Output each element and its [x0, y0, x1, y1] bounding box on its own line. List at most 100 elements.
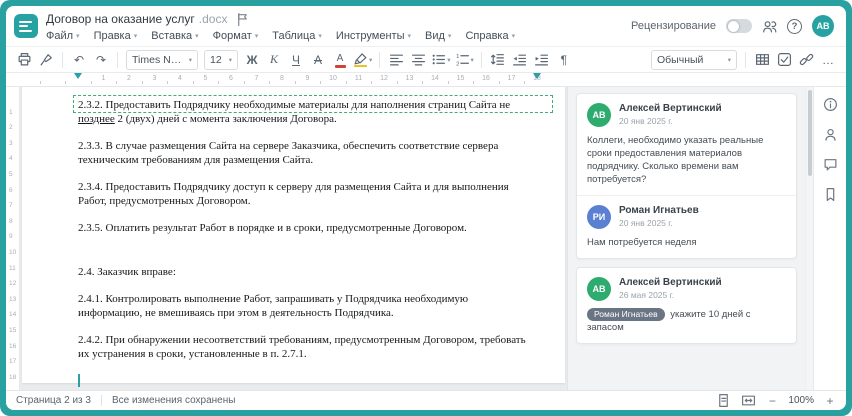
ruler-number: 17: [9, 358, 17, 366]
text-run: 2.3.5. Оплатить результат Работ в порядк…: [78, 222, 467, 234]
ruler-number: 11: [9, 264, 16, 272]
indent-marker-left[interactable]: [74, 73, 82, 79]
chevron-down-icon: ▾: [133, 33, 138, 40]
ruler-number: 15: [9, 327, 17, 334]
bold-button[interactable]: Ж: [242, 50, 262, 70]
ruler-number: 17: [507, 75, 516, 82]
comments-icon[interactable]: [823, 157, 838, 172]
ruler-tick: [447, 81, 449, 84]
paragraph-style-select[interactable]: Обычный ▾: [651, 49, 737, 70]
more-tools-button[interactable]: …: [818, 50, 838, 70]
paragraph-2-4-2: 2.4.2. При обнаружении несоответствий тр…: [78, 333, 537, 361]
ruler-number: 5: [203, 75, 208, 82]
underline-button[interactable]: Ч: [286, 50, 306, 70]
print-button[interactable]: [14, 50, 34, 70]
comment-thread-2[interactable]: АВ Алексей Вертинский 26 мая 2025 г. Роман …: [576, 267, 797, 345]
comment-author: Алексей Вертинский: [619, 103, 722, 114]
scrollbar-thumb[interactable]: [807, 90, 812, 176]
ruler-number: 8: [9, 217, 13, 225]
numbered-list-button[interactable]: 1 2 ▾: [454, 50, 475, 70]
ruler-number: 8: [280, 75, 284, 82]
align-left-button[interactable]: [386, 50, 406, 70]
assistant-icon[interactable]: [823, 127, 838, 142]
ruler-number: 4: [178, 75, 182, 82]
comments-scrollbar[interactable]: [805, 87, 813, 390]
bullet-list-button[interactable]: ▾: [430, 50, 451, 70]
menu-table[interactable]: Таблица ▾: [272, 30, 322, 42]
italic-button[interactable]: К: [264, 50, 284, 70]
font-family-select[interactable]: Times New ▾: [126, 49, 198, 70]
review-toggle[interactable]: [726, 19, 752, 33]
undo-button[interactable]: ↶: [69, 50, 89, 70]
fit-page-button[interactable]: [716, 393, 731, 408]
comment-author: Алексей Вертинский: [619, 277, 722, 288]
menu-format-label: Формат: [212, 30, 252, 42]
strikethrough-button[interactable]: А: [308, 50, 328, 70]
ruler-number: 4: [9, 155, 13, 163]
info-icon[interactable]: [823, 97, 838, 112]
ruler-number: 13: [405, 75, 414, 82]
text-run: информацию, не вмешиваясь при этом в дея…: [78, 307, 394, 319]
ruler-tick: [218, 81, 220, 84]
formatting-marks-button[interactable]: ¶: [554, 50, 574, 70]
flag-icon[interactable]: [235, 12, 250, 27]
chevron-down-icon: ▾: [407, 33, 412, 40]
highlight-color-button[interactable]: ▾: [352, 50, 373, 70]
text-run: 2 (двух) дней с момента заключения Догов…: [114, 113, 337, 125]
menu-view[interactable]: Вид ▾: [425, 30, 451, 42]
comment-avatar: РИ: [587, 205, 611, 229]
chevron-down-icon: ▾: [76, 33, 80, 40]
redo-button[interactable]: ↷: [91, 50, 111, 70]
chevron-down-icon: ▾: [511, 33, 516, 40]
text-run: 2.4. Заказчик вправе:: [78, 266, 176, 278]
insert-link-button[interactable]: [796, 50, 816, 70]
menu-tools[interactable]: Инструменты ▾: [336, 30, 411, 42]
ruler-number: 12: [9, 280, 17, 288]
zoom-out-button[interactable]: −: [766, 394, 778, 408]
ruler-number: 2: [127, 75, 131, 82]
app-logo[interactable]: [14, 14, 38, 38]
vertical-ruler[interactable]: 1 2 3 4 5 6 7 8 9 10 11 12 13 14 15 16 17 18: [6, 87, 20, 390]
toggle-knob: [727, 20, 739, 32]
document-page[interactable]: 2.3.2. Предоставить Подрядчику необходим…: [22, 87, 565, 387]
menu-format[interactable]: Формат ▾: [213, 30, 259, 42]
indent-decrease-button[interactable]: [510, 50, 530, 70]
help-icon[interactable]: ?: [787, 18, 802, 34]
comment-author: Роман Игнатьев: [619, 205, 699, 216]
zoom-in-button[interactable]: +: [824, 394, 836, 408]
indent-increase-button[interactable]: [532, 50, 552, 70]
insert-table-button[interactable]: [752, 50, 772, 70]
user-avatar[interactable]: АВ: [812, 15, 834, 37]
format-painter-button[interactable]: [36, 50, 56, 70]
line-spacing-button[interactable]: [488, 50, 508, 70]
ruler-number: 6: [9, 186, 13, 194]
align-center-button[interactable]: [408, 50, 428, 70]
indent-marker-right[interactable]: [533, 73, 541, 79]
checkbox-button[interactable]: [774, 50, 794, 70]
bookmarks-icon[interactable]: [823, 187, 838, 202]
comments-panel: АВ Алексей Вертинский 20 янв 2025 г. Коллег…: [567, 87, 805, 390]
paragraph-2-3-5: 2.3.5. Оплатить результат Работ в порядк…: [78, 221, 537, 235]
document-title[interactable]: Договор на оказание услуг: [46, 12, 195, 26]
text-run: 2.4.1. Контролировать выполнение Работ, …: [78, 293, 469, 305]
menu-file[interactable]: Файл ▾: [46, 30, 80, 42]
comment-avatar: АВ: [587, 103, 611, 127]
ruler-number: 3: [9, 139, 13, 147]
menu-edit[interactable]: Правка ▾: [94, 30, 138, 42]
font-size-select[interactable]: 12 ▾: [204, 49, 238, 70]
ruler-number: 14: [9, 311, 17, 319]
paragraph-2-3-3: 2.3.3. В случае размещения Сайта на серв…: [78, 139, 537, 167]
font-color-button[interactable]: А: [330, 50, 350, 70]
collaboration-icon[interactable]: [762, 19, 777, 34]
menu-insert[interactable]: Вставка ▾: [151, 30, 198, 42]
menu-help[interactable]: Справка ▾: [465, 30, 515, 42]
ruler-tick: [294, 81, 296, 84]
review-mode-label: Рецензирование: [631, 20, 716, 32]
horizontal-ruler[interactable]: 1 2 3 4 5 6 7 8 9 10 11 12 13 14 15 16 17 18: [6, 73, 846, 87]
text-run: их устранения в сроки, установленные в п…: [78, 348, 307, 360]
comment-thread-1[interactable]: АВ Алексей Вертинский 20 янв 2025 г. Коллег…: [576, 93, 797, 259]
fit-width-button[interactable]: [741, 393, 756, 408]
ruler-tick: [498, 81, 500, 84]
ruler-tick: [141, 81, 143, 84]
zoom-level[interactable]: 100%: [788, 395, 814, 406]
